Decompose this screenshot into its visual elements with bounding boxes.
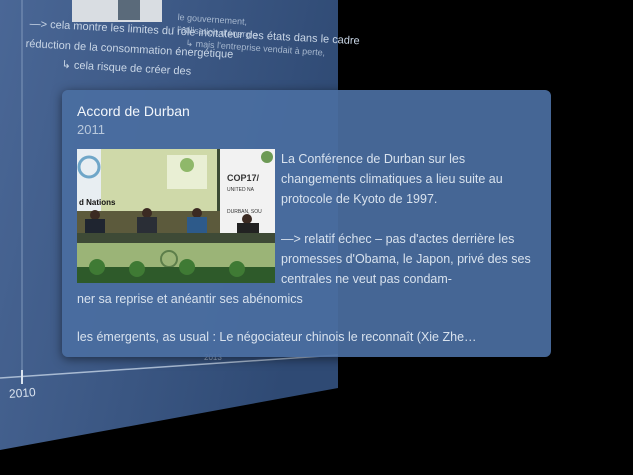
svg-text:DURBAN, SOU: DURBAN, SOU	[227, 209, 262, 215]
event-year: 2011	[77, 122, 105, 137]
event-footer-text: les émergents, as usual : Le négociateur…	[77, 330, 477, 344]
event-description: La Conférence de Durban sur les changeme…	[281, 149, 539, 289]
event-paragraph-1: La Conférence de Durban sur les changeme…	[281, 152, 503, 206]
event-paragraph-2: —> relatif échec – pas d'actes derrière …	[281, 232, 531, 286]
background-thumbnail-detail	[118, 0, 140, 20]
svg-text:COP17/: COP17/	[227, 173, 260, 183]
event-photo[interactable]: COP17/ UNITED NA DURBAN, SOU d Nations	[77, 149, 275, 283]
event-title: Accord de Durban	[77, 103, 190, 119]
conference-photo-image: COP17/ UNITED NA DURBAN, SOU d Nations	[77, 149, 275, 283]
axis-year-label: 2010	[8, 385, 37, 401]
background-thumbnail	[72, 0, 162, 22]
svg-text:UNITED NA: UNITED NA	[227, 187, 255, 193]
svg-text:d Nations: d Nations	[79, 198, 116, 207]
event-paragraph-2-continued: ner sa reprise et anéantir ses abénomics	[77, 292, 303, 306]
event-card[interactable]: Accord de Durban 2011 COP17/ UNITED NA D…	[62, 90, 551, 357]
